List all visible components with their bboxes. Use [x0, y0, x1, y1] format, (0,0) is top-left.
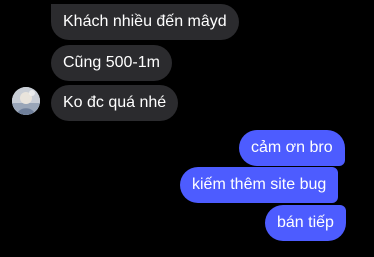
- incoming-message-2[interactable]: Cũng 500-1m: [51, 45, 172, 81]
- outgoing-message-2[interactable]: kiếm thêm site bug: [180, 167, 339, 203]
- sender-avatar[interactable]: [12, 87, 40, 115]
- message-text: Ko đc quá nhé: [63, 94, 167, 111]
- outgoing-message-3[interactable]: bán tiếp: [265, 205, 346, 241]
- message-text: bán tiếp: [277, 214, 334, 231]
- message-text: Cũng 500-1m: [63, 54, 160, 71]
- message-text: cảm ơn bro: [251, 139, 333, 156]
- incoming-message-1[interactable]: Khách nhiều đến mâyd: [51, 4, 239, 40]
- outgoing-message-1[interactable]: cảm ơn bro: [239, 130, 345, 166]
- chat-thread: Khách nhiều đến mâyd Cũng 500-1m Ko đc q…: [0, 0, 374, 257]
- profile-photo-icon: [12, 87, 40, 115]
- message-text: kiếm thêm site bug: [192, 176, 327, 193]
- message-text: Khách nhiều đến mâyd: [63, 13, 227, 30]
- incoming-message-3[interactable]: Ko đc quá nhé: [51, 85, 179, 121]
